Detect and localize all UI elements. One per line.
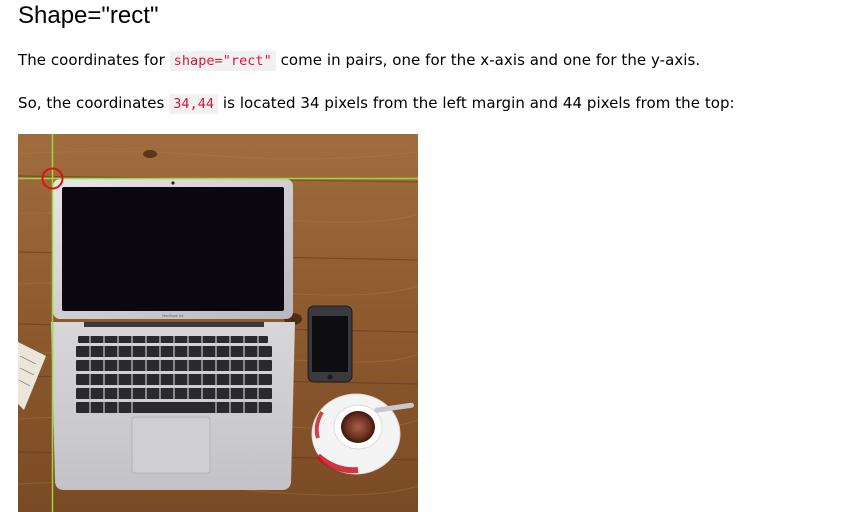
code-shape-rect: shape="rect"	[169, 51, 276, 71]
laptop-hinge	[84, 322, 264, 327]
paragraph-text-before: So, the coordinates	[18, 94, 170, 112]
page-heading: Shape="rect"	[18, 2, 159, 29]
paragraph-text-after: is located 34 pixels from the left margi…	[218, 94, 735, 112]
coordinates-paragraph: The coordinates for shape="rect" come in…	[18, 49, 700, 72]
paragraph-text-before: The coordinates for	[18, 51, 170, 69]
laptop-camera	[171, 181, 175, 185]
laptop-trackpad	[131, 416, 211, 474]
paragraph-text-after: come in pairs, one for the x-axis and on…	[275, 51, 701, 69]
laptop-brand-label: MacBook Air	[162, 314, 184, 318]
code-coordinates: 34,44	[169, 94, 219, 114]
laptop-screen	[62, 187, 284, 311]
workplace-image: MacBook Air	[18, 134, 418, 512]
example-paragraph: So, the coordinates 34,44 is located 34 …	[18, 92, 735, 115]
workplace-photo-illustration: MacBook Air	[18, 134, 418, 512]
smartphone	[307, 305, 353, 383]
wood-knot	[143, 150, 157, 158]
